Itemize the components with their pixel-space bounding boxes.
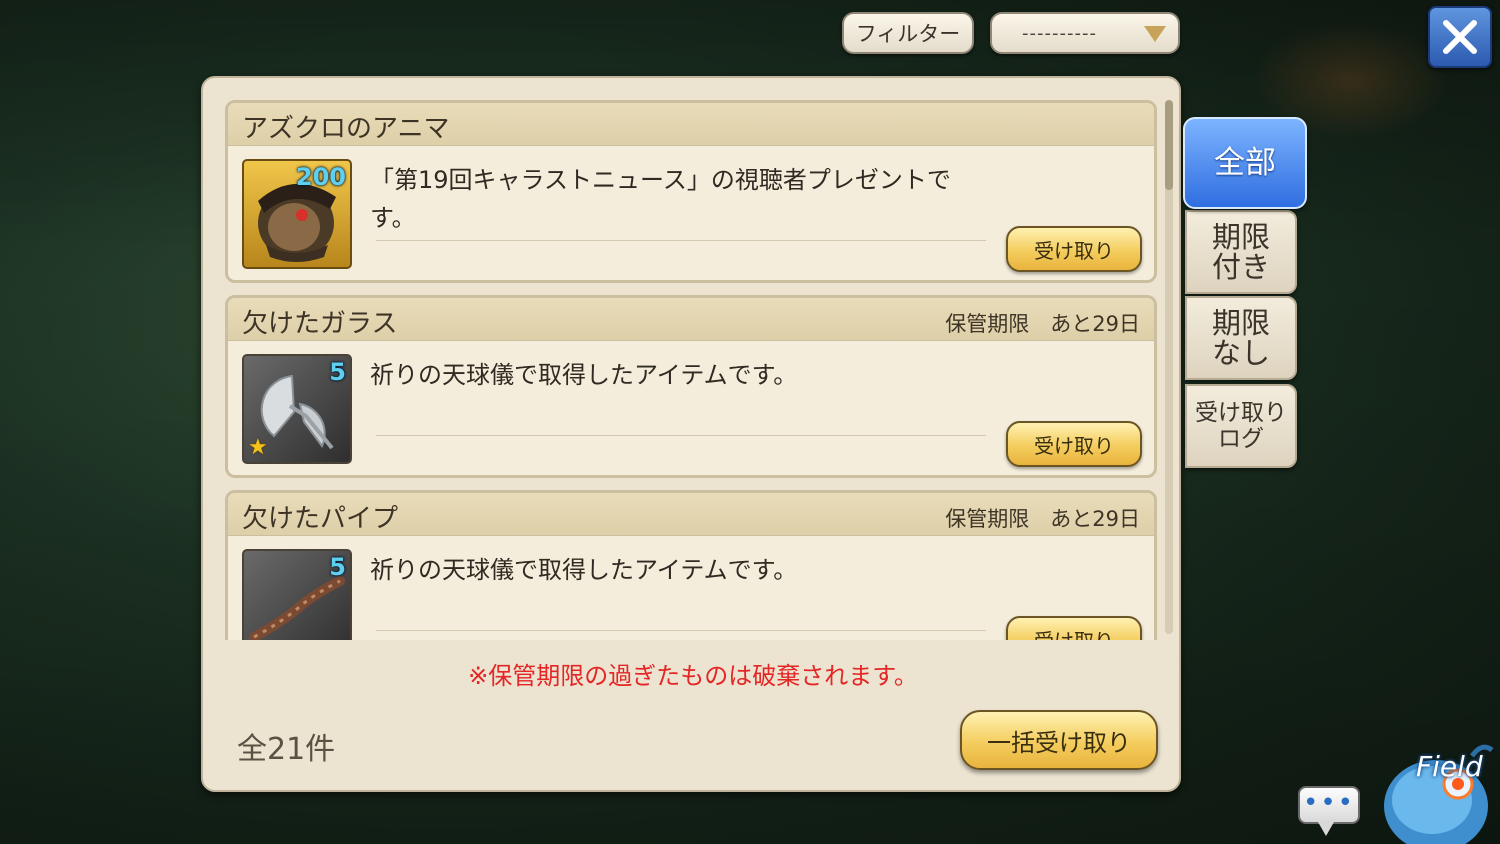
item-title: 欠けたパイプ <box>242 504 399 534</box>
item-description: 祈りの天球儀で取得したアイテムです。 <box>370 556 798 584</box>
card-header: アズクロのアニマ <box>228 103 1154 146</box>
total-count: 全21件 <box>237 732 336 767</box>
field-button[interactable]: Field <box>1372 736 1500 844</box>
broken-glass-icon: 5 ★ <box>242 354 352 464</box>
close-button[interactable] <box>1428 6 1492 68</box>
list-item: 欠けたガラス 保管期限 あと29日 5 ★ 祈りの天球儀で取得したアイテムです。… <box>225 295 1157 478</box>
tab-receive-log[interactable]: 受け取り ログ <box>1185 384 1297 468</box>
item-quantity: 5 <box>329 358 346 386</box>
list-item: アズクロのアニマ 200 「第19回キャラストニュース」の視聴者プレゼントです。… <box>225 100 1157 283</box>
scrollbar-thumb[interactable] <box>1165 100 1173 190</box>
divider <box>376 240 986 241</box>
close-icon <box>1443 20 1477 54</box>
item-title: 欠けたガラス <box>242 309 398 339</box>
chat-button[interactable]: ••• <box>1298 786 1360 836</box>
bulk-receive-button[interactable]: 一括受け取り <box>960 710 1158 770</box>
chat-bubble-icon: ••• <box>1302 788 1355 818</box>
dropdown-value: ---------- <box>1022 23 1097 44</box>
item-description: 祈りの天球儀で取得したアイテムです。 <box>370 361 798 389</box>
receive-button[interactable]: 受け取り <box>1006 226 1142 272</box>
field-label: Field <box>1416 750 1483 783</box>
expiry-notice: ※保管期限の過ぎたものは破棄されます。 <box>468 662 918 690</box>
item-quantity: 5 <box>329 553 346 581</box>
item-description: 「第19回キャラストニュース」の視聴者プレゼントです。 <box>370 166 951 232</box>
present-box-panel: アズクロのアニマ 200 「第19回キャラストニュース」の視聴者プレゼントです。… <box>201 76 1181 792</box>
divider <box>376 630 986 631</box>
receive-button[interactable]: 受け取り <box>1006 616 1142 640</box>
item-title: アズクロのアニマ <box>242 114 450 144</box>
anima-icon: 200 <box>242 159 352 269</box>
filter-dropdown[interactable]: ---------- <box>990 12 1180 54</box>
item-expiry: 保管期限 あと29日 <box>945 312 1140 336</box>
divider <box>376 435 986 436</box>
chevron-down-icon <box>1144 26 1166 42</box>
list-item: 欠けたパイプ 保管期限 あと29日 5 祈りの天球儀で取得したアイテムです。 受… <box>225 490 1157 640</box>
tab-limited[interactable]: 期限 付き <box>1185 210 1297 294</box>
card-header: 欠けたパイプ 保管期限 あと29日 <box>228 493 1154 536</box>
list-scrollbar[interactable] <box>1165 100 1173 634</box>
item-quantity: 200 <box>295 163 346 191</box>
receive-button[interactable]: 受け取り <box>1006 421 1142 467</box>
item-list[interactable]: アズクロのアニマ 200 「第19回キャラストニュース」の視聴者プレゼントです。… <box>225 100 1160 640</box>
tab-unlimited[interactable]: 期限 なし <box>1185 296 1297 380</box>
star-icon: ★ <box>248 435 268 460</box>
filter-button[interactable]: フィルター <box>842 12 974 54</box>
broken-pipe-icon: 5 <box>242 549 352 640</box>
card-header: 欠けたガラス 保管期限 あと29日 <box>228 298 1154 341</box>
item-expiry: 保管期限 あと29日 <box>945 507 1140 531</box>
tab-all[interactable]: 全部 <box>1183 117 1307 209</box>
